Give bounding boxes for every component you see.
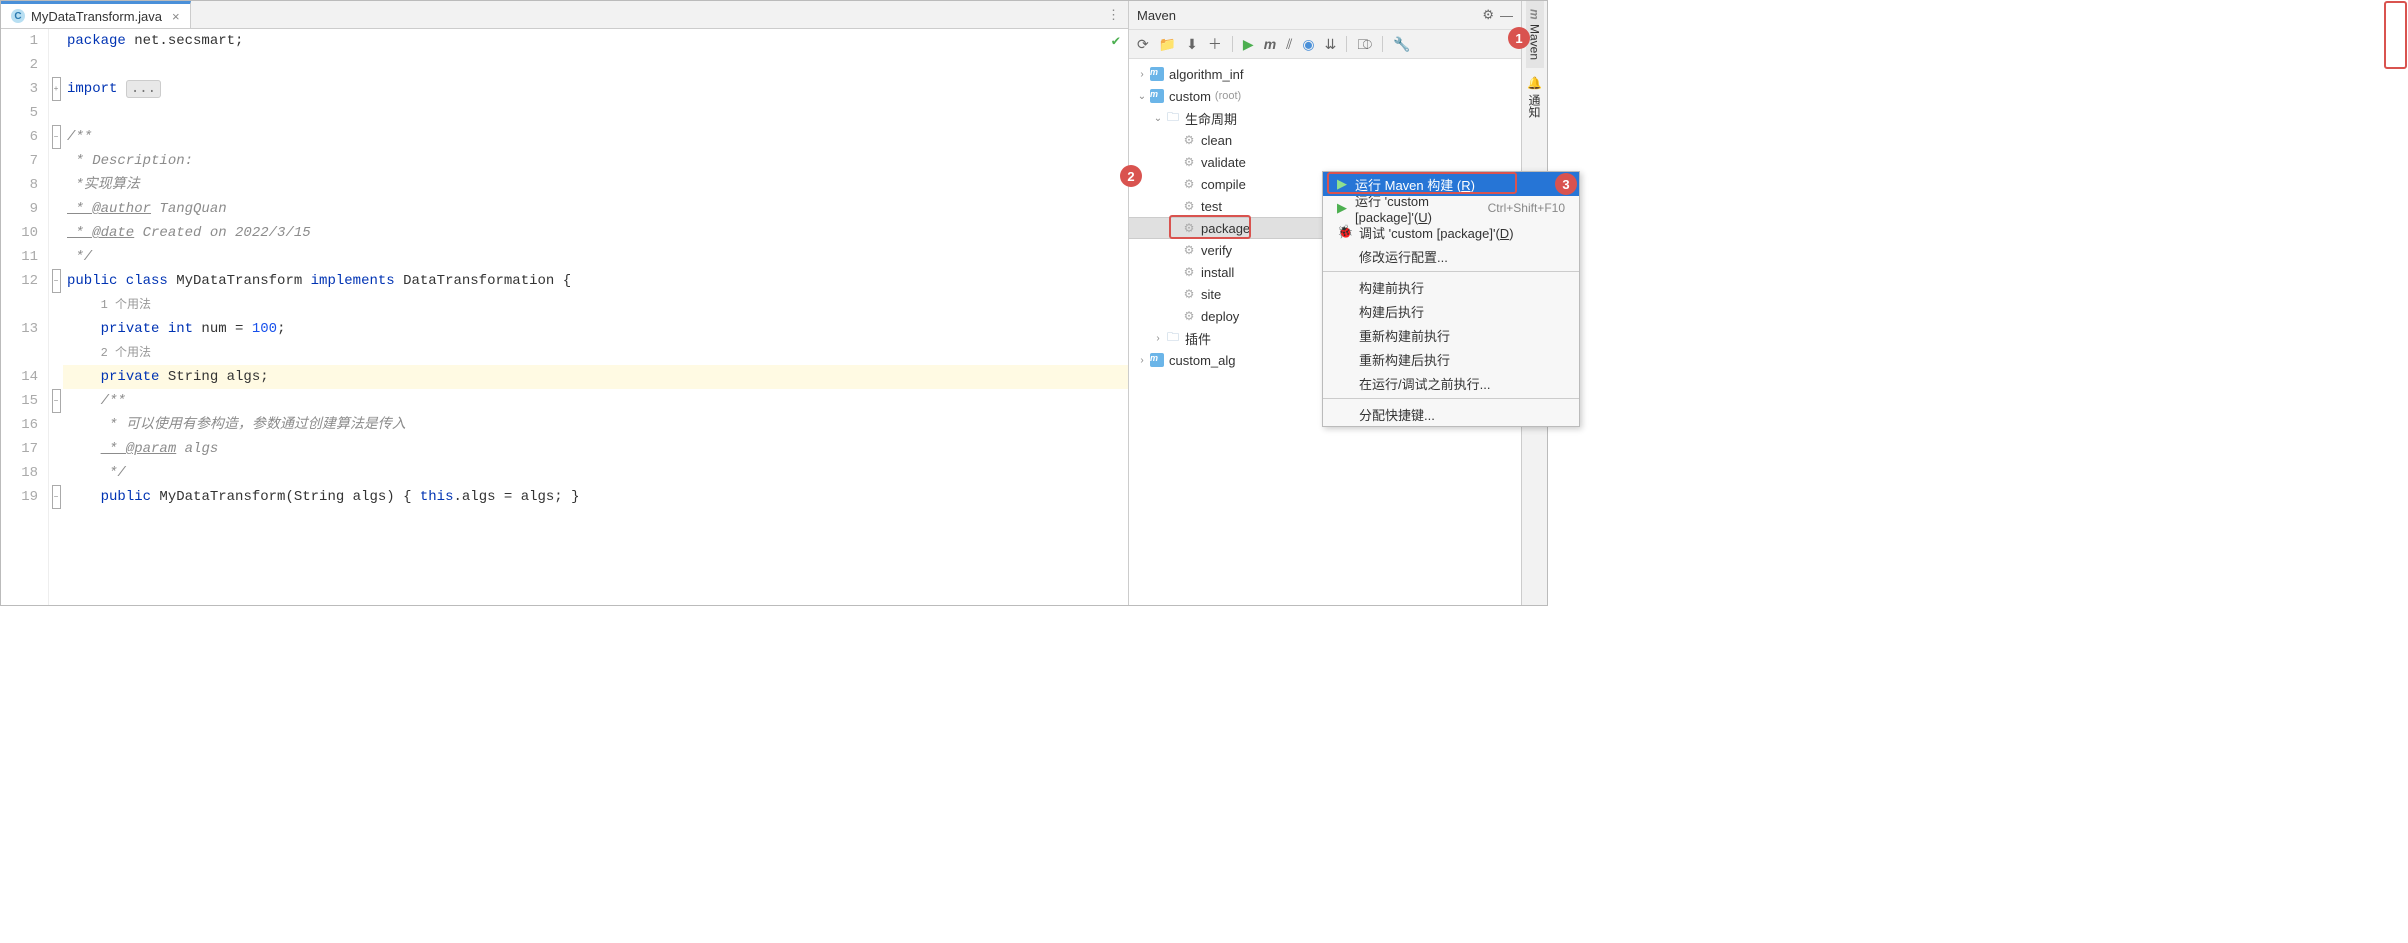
code-area[interactable]: package net.secsmart; import ... /** * D… [63, 29, 1128, 605]
close-icon[interactable]: × [172, 9, 180, 24]
tree-row-clean[interactable]: ⚙clean [1129, 129, 1521, 151]
rail-notify-label: 通知 [1526, 94, 1543, 118]
minimize-icon[interactable]: — [1500, 8, 1513, 23]
show-dependencies-icon[interactable]: ⎄ [1357, 36, 1372, 53]
reload-icon[interactable]: ⟳ [1137, 36, 1149, 53]
gear-icon[interactable]: ⚙ [1482, 7, 1494, 23]
inspection-ok-icon[interactable]: ✔ [1112, 33, 1120, 50]
callout-1: 1 [1508, 27, 1530, 49]
rail-tab-notifications[interactable]: 🔔 通知 [1524, 68, 1545, 127]
menu-item[interactable]: 在运行/调试之前执行... [1323, 371, 1579, 395]
code-line[interactable]: */ [63, 461, 1128, 485]
bug-icon: 🐞 [1337, 224, 1351, 240]
callout-3: 3 [1555, 173, 1577, 195]
menu-item[interactable]: 🐞调试 'custom [package]'(D) [1323, 220, 1579, 244]
tree-row-algorithm_inf[interactable]: ›malgorithm_inf [1129, 63, 1521, 85]
menu-item[interactable]: 构建后执行 [1323, 299, 1579, 323]
code-line[interactable]: 1 个用法 [63, 293, 1128, 317]
collapse-icon[interactable]: ⇊ [1325, 36, 1337, 53]
code-line[interactable]: *实现算法 [63, 173, 1128, 197]
code-line[interactable]: * Description: [63, 149, 1128, 173]
maven-title: Maven [1137, 8, 1476, 23]
maven-toolbar: ⟳ 📁 ⬇ ＋ ▶ m ⫽ ◉ ⇊ ⎄ 🔧 [1129, 29, 1521, 59]
maven-panel: Maven ⚙ — ⟳ 📁 ⬇ ＋ ▶ m ⫽ ◉ ⇊ ⎄ 🔧 ›malgori… [1129, 1, 1521, 605]
tab-bar: C MyDataTransform.java × ⋮ [1, 1, 1128, 29]
code-line[interactable]: * @author TangQuan [63, 197, 1128, 221]
run-icon: ▶ [1337, 200, 1347, 216]
tab-filename: MyDataTransform.java [31, 9, 162, 24]
rail-maven-label: Maven [1528, 24, 1542, 60]
menu-item[interactable]: 修改运行配置... [1323, 244, 1579, 268]
run-icon[interactable]: ▶ [1243, 36, 1254, 53]
code-line[interactable]: private String algs; [63, 365, 1128, 389]
code-line[interactable]: public MyDataTransform(String algs) { th… [63, 485, 1128, 509]
code-line[interactable] [63, 101, 1128, 125]
maven-m-icon: m [1528, 9, 1542, 20]
tree-row-生命周期[interactable]: ⌄🗀生命周期 [1129, 107, 1521, 129]
menu-item[interactable]: 重新构建前执行 [1323, 323, 1579, 347]
toggle-skip-tests-icon[interactable]: ◉ [1302, 36, 1314, 53]
code-line[interactable]: /** [63, 125, 1128, 149]
menu-item[interactable]: 分配快捷键... [1323, 402, 1579, 426]
tree-row-custom[interactable]: ⌄mcustom(root) [1129, 85, 1521, 107]
code-line[interactable]: * 可以使用有参构造，参数通过创建算法是传入 [63, 413, 1128, 437]
editor-body[interactable]: ✔ 1235678910111213141516171819 +−−−− pac… [1, 29, 1128, 605]
execute-goal-icon[interactable]: m [1264, 36, 1276, 52]
menu-item[interactable]: 构建前执行 [1323, 275, 1579, 299]
tab-menu-icon[interactable]: ⋮ [1099, 7, 1128, 23]
code-line[interactable]: public class MyDataTransform implements … [63, 269, 1128, 293]
bell-icon: 🔔 [1528, 76, 1542, 91]
code-line[interactable]: * @param algs [63, 437, 1128, 461]
fold-column: +−−−− [49, 29, 63, 605]
add-icon[interactable]: ＋ [1208, 34, 1222, 54]
toggle-offline-icon[interactable]: ⫽ [1286, 36, 1292, 53]
code-line[interactable]: */ [63, 245, 1128, 269]
editor-tab[interactable]: C MyDataTransform.java × [1, 1, 191, 28]
code-line[interactable]: /** [63, 389, 1128, 413]
menu-item[interactable]: ▶运行 Maven 构建 (R)3 [1323, 172, 1579, 196]
code-line[interactable]: private int num = 100; [63, 317, 1128, 341]
menu-item[interactable]: 重新构建后执行 [1323, 347, 1579, 371]
callout-2: 2 [1120, 165, 1142, 187]
context-menu: ▶运行 Maven 构建 (R)3▶运行 'custom [package]'(… [1322, 171, 1580, 427]
class-icon: C [11, 9, 25, 23]
code-line[interactable] [63, 53, 1128, 77]
code-line[interactable]: package net.secsmart; [63, 29, 1128, 53]
gutter: 1235678910111213141516171819 [1, 29, 49, 605]
download-icon[interactable]: ⬇ [1186, 36, 1198, 53]
maven-header: Maven ⚙ — [1129, 1, 1521, 29]
code-line[interactable]: 2 个用法 [63, 341, 1128, 365]
tree-row-validate[interactable]: ⚙validate [1129, 151, 1521, 173]
code-line[interactable]: import ... [63, 77, 1128, 101]
run-icon: ▶ [1337, 176, 1347, 192]
settings-icon[interactable]: 🔧 [1393, 36, 1410, 53]
generate-sources-icon[interactable]: 📁 [1159, 36, 1176, 53]
editor-panel: C MyDataTransform.java × ⋮ ✔ 12356789101… [1, 1, 1129, 605]
code-line[interactable]: * @date Created on 2022/3/15 [63, 221, 1128, 245]
menu-item[interactable]: ▶运行 'custom [package]'(U)Ctrl+Shift+F10 [1323, 196, 1579, 220]
